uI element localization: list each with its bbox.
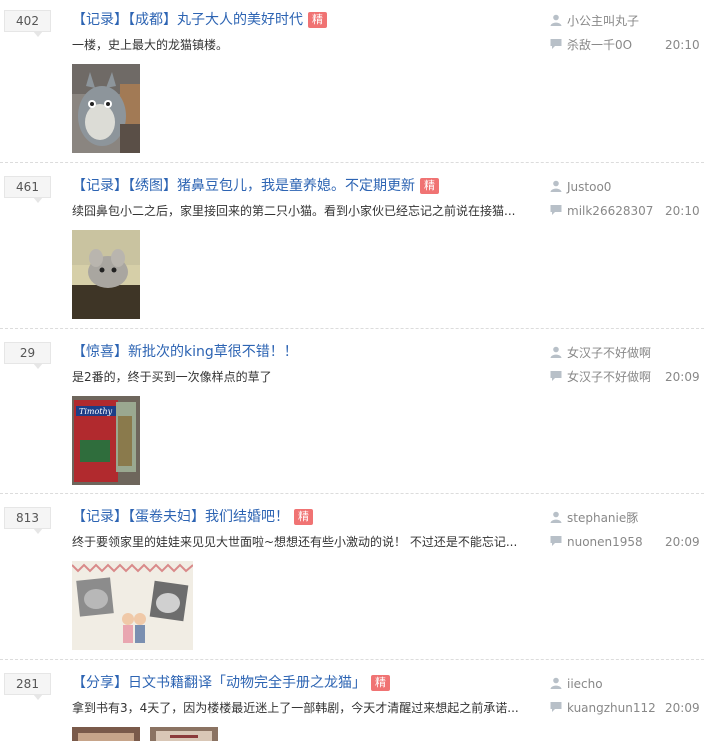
thread-abstract: 拿到书有3，4天了，因为楼楼最近迷上了一部韩剧，今天才清醒过来想起之前承诺... (72, 701, 519, 715)
last-replier-link[interactable]: kuangzhun112 (567, 701, 656, 715)
person-icon (550, 14, 562, 26)
last-reply-info: milk26628307 (550, 203, 653, 219)
thumbnail-image[interactable] (150, 727, 218, 741)
featured-badge: 精 (294, 509, 313, 525)
author-info: stephanie豚 (550, 510, 638, 526)
author-name-link[interactable]: iiecho (567, 677, 603, 691)
thread-title-link[interactable]: 【记录】【绣图】猪鼻豆包儿，我是童养媳。不定期更新 (72, 178, 415, 194)
reply-time: 20:10 (665, 204, 700, 218)
comment-icon (550, 205, 562, 215)
author-info: iiecho (550, 676, 603, 692)
last-reply-info: 女汉子不好做啊 (550, 369, 651, 385)
reply-count-badge: 461 (4, 176, 51, 203)
thread-abstract: 是2番的，终于买到一次像样点的草了 (72, 370, 272, 384)
divider (0, 328, 704, 329)
comment-icon (550, 39, 562, 49)
thumbnail-image[interactable] (72, 64, 140, 153)
thumbnail-image[interactable] (72, 727, 140, 741)
svg-text:Timothy: Timothy (79, 407, 113, 416)
last-replier-link[interactable]: nuonen1958 (567, 535, 643, 549)
thread-abstract: 一楼，史上最大的龙猫镇楼。 (72, 38, 229, 52)
featured-badge: 精 (308, 12, 327, 28)
author-name-link[interactable]: Justoo0 (567, 180, 611, 194)
thumbnail-image[interactable]: Timothy (72, 396, 140, 485)
comment-icon (550, 536, 562, 546)
reply-count-badge: 402 (4, 10, 51, 37)
thread-abstract: 续囧鼻包小二之后，家里接回来的第二只小猫。看到小家伙已经忘记之前说在接猫... (72, 204, 516, 218)
thumbnail-image[interactable] (72, 561, 193, 650)
last-replier-link[interactable]: 杀敌一千0O (567, 38, 632, 52)
thread-item: 402 【记录】【成都】丸子大人的美好时代精 一楼，史上最大的龙猫镇楼。 小公主… (0, 0, 704, 165)
thread-item: 29 【惊喜】新批次的king草很不错！！ 是2番的，终于买到一次像样点的草了 … (0, 332, 704, 497)
person-icon (550, 677, 562, 689)
reply-time: 20:09 (665, 370, 700, 384)
thread-abstract: 终于要领家里的娃娃来见见大世面啦~想想还有些小激动的说！ 不过还是不能忘记... (72, 535, 518, 549)
comment-icon (550, 702, 562, 712)
last-replier-link[interactable]: milk26628307 (567, 204, 653, 218)
last-reply-info: kuangzhun112 (550, 700, 656, 716)
reply-time: 20:09 (665, 535, 700, 549)
last-reply-info: nuonen1958 (550, 534, 643, 550)
divider (0, 162, 704, 163)
thread-item: 461 【记录】【绣图】猪鼻豆包儿，我是童养媳。不定期更新精 续囧鼻包小二之后，… (0, 166, 704, 331)
author-name-link[interactable]: 小公主叫丸子 (567, 14, 639, 28)
person-icon (550, 511, 562, 523)
author-name-link[interactable]: 女汉子不好做啊 (567, 346, 651, 360)
comment-icon (550, 371, 562, 381)
featured-badge: 精 (420, 178, 439, 194)
featured-badge: 精 (371, 675, 390, 691)
author-info: 小公主叫丸子 (550, 13, 639, 29)
last-reply-info: 杀敌一千0O (550, 37, 632, 53)
thread-item: 813 【记录】【蛋卷夫妇】我们结婚吧！ 精 终于要领家里的娃娃来见见大世面啦~想… (0, 497, 704, 662)
divider (0, 493, 704, 494)
person-icon (550, 180, 562, 192)
thread-title-link[interactable]: 【分享】日文书籍翻译「动物完全手册之龙猫」 (72, 675, 366, 691)
reply-count-badge: 29 (4, 342, 51, 369)
reply-time: 20:10 (665, 38, 700, 52)
thread-title-link[interactable]: 【惊喜】新批次的king草很不错！！ (72, 344, 298, 360)
thread-item: 281 【分享】日文书籍翻译「动物完全手册之龙猫」精 拿到书有3，4天了，因为楼… (0, 663, 704, 741)
last-replier-link[interactable]: 女汉子不好做啊 (567, 370, 651, 384)
author-info: 女汉子不好做啊 (550, 345, 651, 361)
author-info: Justoo0 (550, 179, 611, 195)
divider (0, 659, 704, 660)
reply-count-badge: 281 (4, 673, 51, 700)
reply-count-badge: 813 (4, 507, 51, 534)
thread-title-link[interactable]: 【记录】【蛋卷夫妇】我们结婚吧！ (72, 509, 289, 525)
person-icon (550, 346, 562, 358)
thread-title-link[interactable]: 【记录】【成都】丸子大人的美好时代 (72, 12, 303, 28)
reply-time: 20:09 (665, 701, 700, 715)
thumbnail-image[interactable] (72, 230, 140, 319)
author-name-link[interactable]: stephanie豚 (567, 511, 638, 525)
